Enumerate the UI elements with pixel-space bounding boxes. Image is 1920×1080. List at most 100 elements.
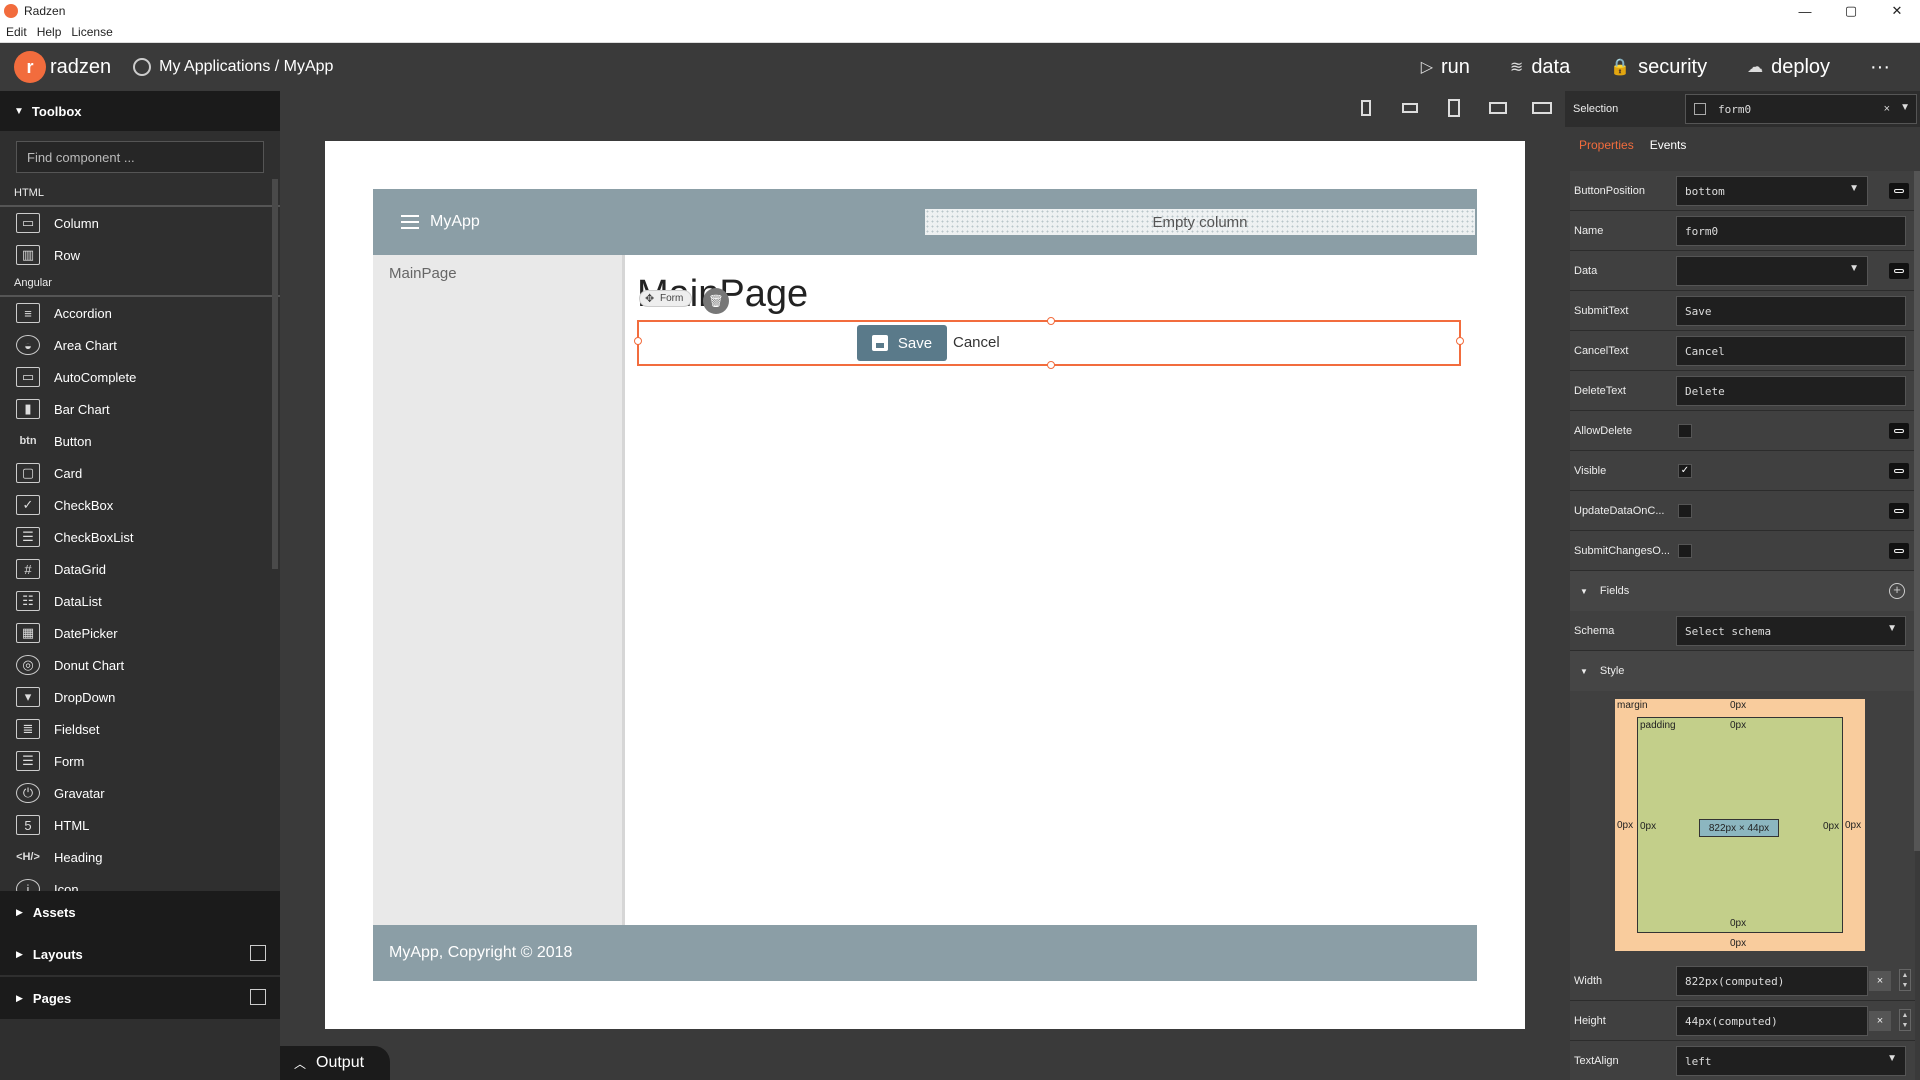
empty-column-dropzone[interactable]: Empty column (925, 209, 1475, 235)
more-button[interactable]: ··· (1870, 56, 1890, 79)
tablet-landscape-icon[interactable] (1480, 96, 1516, 120)
padding-bottom-value[interactable]: 0px (1730, 918, 1746, 929)
minimize-button[interactable]: — (1782, 0, 1828, 22)
margin-box[interactable]: margin 0px 0px 0px 0px padding 0px 0px 0… (1615, 699, 1865, 951)
run-button[interactable]: ▷ run (1421, 56, 1470, 79)
delete-icon[interactable]: 🗑 (703, 288, 729, 314)
bind-property-icon[interactable] (1889, 463, 1909, 479)
clear-height-icon[interactable]: × (1869, 1011, 1891, 1031)
toolbox-item-form[interactable]: ☰ Form (0, 745, 280, 777)
height-input[interactable]: 44px(computed) (1676, 1005, 1868, 1036)
updatedataonc-checkbox[interactable] (1678, 503, 1692, 518)
margin-right-value[interactable]: 0px (1845, 820, 1861, 831)
menu-edit[interactable]: Edit (0, 25, 31, 39)
section-pages[interactable]: ▶ Pages (0, 977, 280, 1019)
toolbox-item-card[interactable]: ▢ Card (0, 457, 280, 489)
data-select[interactable]: ▼ (1676, 255, 1868, 286)
fields-section[interactable]: ▼ Fields + (1570, 571, 1915, 611)
bind-property-icon[interactable] (1889, 543, 1909, 559)
padding-top-value[interactable]: 0px (1730, 720, 1746, 731)
phone-landscape-icon[interactable] (1392, 96, 1428, 120)
cancel-button[interactable]: Cancel (953, 334, 1000, 351)
toolbox-item-datalist[interactable]: ☷ DataList (0, 585, 280, 617)
textalign-select[interactable]: left ▼ (1676, 1045, 1906, 1076)
name-input[interactable]: form0 (1676, 215, 1906, 246)
app-preview-header[interactable]: MyApp Empty column (373, 189, 1477, 255)
toolbox-item-area-chart[interactable]: ◒ Area Chart (0, 329, 280, 361)
toolbox-item-datepicker[interactable]: ▦ DatePicker (0, 617, 280, 649)
schema-select[interactable]: Select schema ▼ (1676, 615, 1906, 646)
margin-left-value[interactable]: 0px (1617, 820, 1633, 831)
chevron-down-icon[interactable]: ▼ (1900, 102, 1910, 113)
bind-property-icon[interactable] (1889, 503, 1909, 519)
section-assets[interactable]: ▶ Assets (0, 891, 280, 933)
menu-license[interactable]: License (65, 25, 116, 39)
resize-handle-left[interactable] (634, 337, 642, 345)
toolbox-item-checkboxlist[interactable]: ☰ CheckBoxList (0, 521, 280, 553)
bind-property-icon[interactable] (1889, 423, 1909, 439)
form-drag-handle[interactable]: Form (639, 290, 693, 307)
margin-top-value[interactable]: 0px (1730, 700, 1746, 711)
clear-width-icon[interactable]: × (1869, 971, 1891, 991)
tab-events[interactable]: Events (1650, 138, 1687, 152)
desktop-icon[interactable] (1524, 96, 1560, 120)
width-input[interactable]: 822px(computed) (1676, 965, 1868, 996)
padding-left-value[interactable]: 0px (1640, 821, 1656, 832)
toolbox-item-heading[interactable]: <H/> Heading (0, 841, 280, 873)
submitchangeso-checkbox[interactable] (1678, 543, 1692, 558)
style-section[interactable]: ▼ Style (1570, 651, 1915, 691)
toolbox-item-column[interactable]: ▭ Column (0, 207, 280, 239)
toolbox-item-datagrid[interactable]: # DataGrid (0, 553, 280, 585)
toolbox-item-row[interactable]: ▥ Row (0, 239, 280, 271)
allowdelete-checkbox[interactable] (1678, 423, 1692, 438)
visible-checkbox[interactable]: ✓ (1678, 463, 1692, 478)
toolbox-scrollbar[interactable] (272, 179, 278, 569)
toolbox-item-donut-chart[interactable]: ◎ Donut Chart (0, 649, 280, 681)
bind-property-icon[interactable] (1889, 183, 1909, 199)
toolbox-item-gravatar[interactable]: ⏻ Gravatar (0, 777, 280, 809)
toolbox-header[interactable]: ▼ Toolbox (0, 91, 280, 131)
deploy-button[interactable]: ☁ deploy (1747, 56, 1830, 79)
toolbox-item-bar-chart[interactable]: ▮ Bar Chart (0, 393, 280, 425)
radzen-logo[interactable]: r radzen (14, 51, 111, 83)
selection-dropdown[interactable]: form0 × ▼ (1685, 94, 1917, 124)
close-button[interactable]: ✕ (1874, 0, 1920, 22)
resize-handle-right[interactable] (1456, 337, 1464, 345)
padding-box[interactable]: padding 0px 0px 0px 0px 822px × 44px (1637, 717, 1843, 933)
toolbox-item-autocomplete[interactable]: ▭ AutoComplete (0, 361, 280, 393)
add-page-icon[interactable] (250, 989, 266, 1005)
add-field-icon[interactable]: + (1889, 583, 1905, 599)
tab-properties[interactable]: Properties (1579, 138, 1634, 152)
toolbox-item-button[interactable]: btn Button (0, 425, 280, 457)
section-layouts[interactable]: ▶ Layouts (0, 933, 280, 975)
design-canvas[interactable]: MyApp Empty column MainPage MainPage For… (325, 141, 1525, 1029)
resize-handle-top[interactable] (1047, 317, 1055, 325)
width-stepper[interactable]: ▲ ▼ (1899, 969, 1911, 991)
bind-property-icon[interactable] (1889, 263, 1909, 279)
menu-help[interactable]: Help (31, 25, 66, 39)
phone-portrait-icon[interactable] (1348, 96, 1384, 120)
height-stepper[interactable]: ▲ ▼ (1899, 1009, 1911, 1031)
properties-scrollbar[interactable] (1914, 171, 1920, 851)
deletetext-input[interactable]: Delete (1676, 375, 1906, 406)
app-preview-body[interactable]: MainPage Form 🗑 Save Cancel (625, 255, 1477, 925)
sidebar-link-mainpage[interactable]: MainPage (389, 265, 457, 282)
output-tab[interactable]: ︿ Output (280, 1046, 390, 1080)
hamburger-icon[interactable] (401, 215, 419, 229)
margin-bottom-value[interactable]: 0px (1730, 938, 1746, 949)
toolbox-item-html[interactable]: 5 HTML (0, 809, 280, 841)
selected-form[interactable]: Save Cancel (634, 317, 1464, 369)
add-layout-icon[interactable] (250, 945, 266, 961)
submittext-input[interactable]: Save (1676, 295, 1906, 326)
breadcrumb[interactable]: My Applications / MyApp (133, 58, 333, 76)
save-button[interactable]: Save (857, 325, 947, 361)
security-button[interactable]: 🔒 security (1610, 56, 1707, 79)
toolbox-item-checkbox[interactable]: ✓ CheckBox (0, 489, 280, 521)
tablet-portrait-icon[interactable] (1436, 96, 1472, 120)
maximize-button[interactable]: ▢ (1828, 0, 1874, 22)
find-component-input[interactable]: Find component ... (16, 141, 264, 173)
toolbox-item-accordion[interactable]: ≡ Accordion (0, 297, 280, 329)
toolbox-item-fieldset[interactable]: ≣ Fieldset (0, 713, 280, 745)
buttonposition-select[interactable]: bottom ▼ (1676, 175, 1868, 206)
clear-selection-icon[interactable]: × (1884, 103, 1890, 115)
